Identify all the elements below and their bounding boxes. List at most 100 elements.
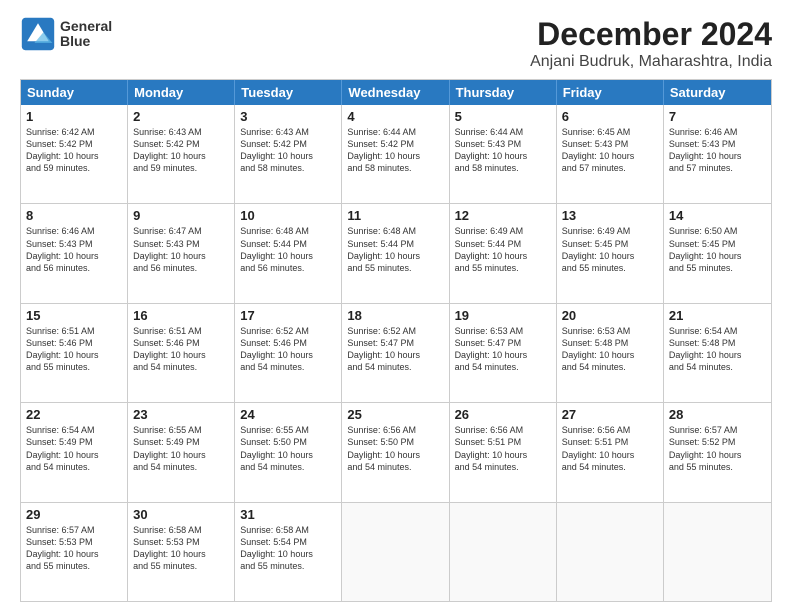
calendar-cell: 27Sunrise: 6:56 AM Sunset: 5:51 PM Dayli…	[557, 403, 664, 501]
calendar-cell: 7 Sunrise: 6:46 AM Sunset: 5:43 PM Daylig…	[664, 105, 771, 203]
day-number: 20	[562, 308, 658, 323]
day-number: 14	[669, 208, 766, 223]
header-day-wednesday: Wednesday	[342, 80, 449, 105]
calendar-cell: 21 Sunrise: 6:54 AM Sunset: 5:48 PM Dayli…	[664, 304, 771, 402]
day-number: 6	[562, 109, 658, 124]
header-day-monday: Monday	[128, 80, 235, 105]
cell-info: Sunrise: 6:58 AM Sunset: 5:54 PM Dayligh…	[240, 524, 336, 573]
cell-info: Sunrise: 6:52 AM Sunset: 5:46 PM Dayligh…	[240, 325, 336, 374]
day-number: 19	[455, 308, 551, 323]
cell-info: Sunrise: 6:46 AM Sunset: 5:43 PM Dayligh…	[669, 126, 766, 175]
cell-info: Sunrise: 6:43 AM Sunset: 5:42 PM Dayligh…	[240, 126, 336, 175]
day-number: 23	[133, 407, 229, 422]
logo-icon	[20, 16, 56, 52]
calendar-cell: 22Sunrise: 6:54 AM Sunset: 5:49 PM Dayli…	[21, 403, 128, 501]
header-day-tuesday: Tuesday	[235, 80, 342, 105]
cell-info: Sunrise: 6:57 AM Sunset: 5:52 PM Dayligh…	[669, 424, 766, 473]
calendar-cell: 28Sunrise: 6:57 AM Sunset: 5:52 PM Dayli…	[664, 403, 771, 501]
calendar-cell: 9 Sunrise: 6:47 AM Sunset: 5:43 PM Daylig…	[128, 204, 235, 302]
sub-title: Anjani Budruk, Maharashtra, India	[530, 53, 772, 71]
calendar-body: 1 Sunrise: 6:42 AM Sunset: 5:42 PM Daylig…	[21, 105, 771, 601]
header: General Blue December 2024 Anjani Budruk…	[20, 16, 772, 71]
calendar-cell: 19 Sunrise: 6:53 AM Sunset: 5:47 PM Dayli…	[450, 304, 557, 402]
calendar-cell: 30 Sunrise: 6:58 AM Sunset: 5:53 PM Dayli…	[128, 503, 235, 601]
cell-info: Sunrise: 6:50 AM Sunset: 5:45 PM Dayligh…	[669, 225, 766, 274]
cell-info: Sunrise: 6:49 AM Sunset: 5:44 PM Dayligh…	[455, 225, 551, 274]
day-number: 26	[455, 407, 551, 422]
cell-info: Sunrise: 6:46 AM Sunset: 5:43 PM Dayligh…	[26, 225, 122, 274]
header-day-sunday: Sunday	[21, 80, 128, 105]
cell-info: Sunrise: 6:43 AM Sunset: 5:42 PM Dayligh…	[133, 126, 229, 175]
calendar-cell: 13 Sunrise: 6:49 AM Sunset: 5:45 PM Dayli…	[557, 204, 664, 302]
cell-info: Sunrise: 6:58 AM Sunset: 5:53 PM Dayligh…	[133, 524, 229, 573]
calendar-week-1: 8 Sunrise: 6:46 AM Sunset: 5:43 PM Daylig…	[21, 203, 771, 302]
day-number: 31	[240, 507, 336, 522]
cell-info: Sunrise: 6:49 AM Sunset: 5:45 PM Dayligh…	[562, 225, 658, 274]
calendar-cell: 26 Sunrise: 6:56 AM Sunset: 5:51 PM Dayli…	[450, 403, 557, 501]
calendar-cell: 10Sunrise: 6:48 AM Sunset: 5:44 PM Dayli…	[235, 204, 342, 302]
calendar-cell: 5Sunrise: 6:44 AM Sunset: 5:43 PM Daylig…	[450, 105, 557, 203]
cell-info: Sunrise: 6:56 AM Sunset: 5:51 PM Dayligh…	[562, 424, 658, 473]
calendar-cell: 4 Sunrise: 6:44 AM Sunset: 5:42 PM Daylig…	[342, 105, 449, 203]
cell-info: Sunrise: 6:48 AM Sunset: 5:44 PM Dayligh…	[240, 225, 336, 274]
day-number: 3	[240, 109, 336, 124]
cell-info: Sunrise: 6:53 AM Sunset: 5:47 PM Dayligh…	[455, 325, 551, 374]
day-number: 15	[26, 308, 122, 323]
cell-info: Sunrise: 6:47 AM Sunset: 5:43 PM Dayligh…	[133, 225, 229, 274]
calendar-cell	[664, 503, 771, 601]
cell-info: Sunrise: 6:42 AM Sunset: 5:42 PM Dayligh…	[26, 126, 122, 175]
title-block: December 2024 Anjani Budruk, Maharashtra…	[530, 16, 772, 71]
cell-info: Sunrise: 6:56 AM Sunset: 5:50 PM Dayligh…	[347, 424, 443, 473]
calendar-cell: 11Sunrise: 6:48 AM Sunset: 5:44 PM Dayli…	[342, 204, 449, 302]
cell-info: Sunrise: 6:51 AM Sunset: 5:46 PM Dayligh…	[133, 325, 229, 374]
cell-info: Sunrise: 6:52 AM Sunset: 5:47 PM Dayligh…	[347, 325, 443, 374]
cell-info: Sunrise: 6:44 AM Sunset: 5:43 PM Dayligh…	[455, 126, 551, 175]
calendar-cell: 12 Sunrise: 6:49 AM Sunset: 5:44 PM Dayli…	[450, 204, 557, 302]
day-number: 9	[133, 208, 229, 223]
day-number: 21	[669, 308, 766, 323]
day-number: 29	[26, 507, 122, 522]
calendar-cell	[342, 503, 449, 601]
day-number: 8	[26, 208, 122, 223]
calendar-cell: 2Sunrise: 6:43 AM Sunset: 5:42 PM Daylig…	[128, 105, 235, 203]
cell-info: Sunrise: 6:56 AM Sunset: 5:51 PM Dayligh…	[455, 424, 551, 473]
calendar-cell: 23Sunrise: 6:55 AM Sunset: 5:49 PM Dayli…	[128, 403, 235, 501]
day-number: 22	[26, 407, 122, 422]
calendar-cell: 14 Sunrise: 6:50 AM Sunset: 5:45 PM Dayli…	[664, 204, 771, 302]
day-number: 18	[347, 308, 443, 323]
day-number: 12	[455, 208, 551, 223]
calendar-cell: 1 Sunrise: 6:42 AM Sunset: 5:42 PM Daylig…	[21, 105, 128, 203]
day-number: 4	[347, 109, 443, 124]
day-number: 1	[26, 109, 122, 124]
day-number: 11	[347, 208, 443, 223]
main-title: December 2024	[530, 16, 772, 53]
day-number: 17	[240, 308, 336, 323]
calendar-cell: 3 Sunrise: 6:43 AM Sunset: 5:42 PM Daylig…	[235, 105, 342, 203]
calendar-cell: 20 Sunrise: 6:53 AM Sunset: 5:48 PM Dayli…	[557, 304, 664, 402]
cell-info: Sunrise: 6:53 AM Sunset: 5:48 PM Dayligh…	[562, 325, 658, 374]
header-day-saturday: Saturday	[664, 80, 771, 105]
day-number: 7	[669, 109, 766, 124]
day-number: 24	[240, 407, 336, 422]
logo-text: General Blue	[60, 19, 112, 50]
calendar-cell: 18 Sunrise: 6:52 AM Sunset: 5:47 PM Dayli…	[342, 304, 449, 402]
logo: General Blue	[20, 16, 112, 52]
calendar-cell: 16 Sunrise: 6:51 AM Sunset: 5:46 PM Dayli…	[128, 304, 235, 402]
day-number: 25	[347, 407, 443, 422]
calendar-cell: 17 Sunrise: 6:52 AM Sunset: 5:46 PM Dayli…	[235, 304, 342, 402]
calendar-cell: 15Sunrise: 6:51 AM Sunset: 5:46 PM Dayli…	[21, 304, 128, 402]
cell-info: Sunrise: 6:44 AM Sunset: 5:42 PM Dayligh…	[347, 126, 443, 175]
calendar: SundayMondayTuesdayWednesdayThursdayFrid…	[20, 79, 772, 602]
calendar-week-0: 1 Sunrise: 6:42 AM Sunset: 5:42 PM Daylig…	[21, 105, 771, 203]
day-number: 30	[133, 507, 229, 522]
calendar-header: SundayMondayTuesdayWednesdayThursdayFrid…	[21, 80, 771, 105]
day-number: 16	[133, 308, 229, 323]
calendar-cell: 8 Sunrise: 6:46 AM Sunset: 5:43 PM Daylig…	[21, 204, 128, 302]
header-day-thursday: Thursday	[450, 80, 557, 105]
cell-info: Sunrise: 6:54 AM Sunset: 5:48 PM Dayligh…	[669, 325, 766, 374]
calendar-cell: 6Sunrise: 6:45 AM Sunset: 5:43 PM Daylig…	[557, 105, 664, 203]
logo-line2: Blue	[60, 34, 112, 49]
logo-line1: General	[60, 19, 112, 34]
day-number: 13	[562, 208, 658, 223]
calendar-cell	[450, 503, 557, 601]
